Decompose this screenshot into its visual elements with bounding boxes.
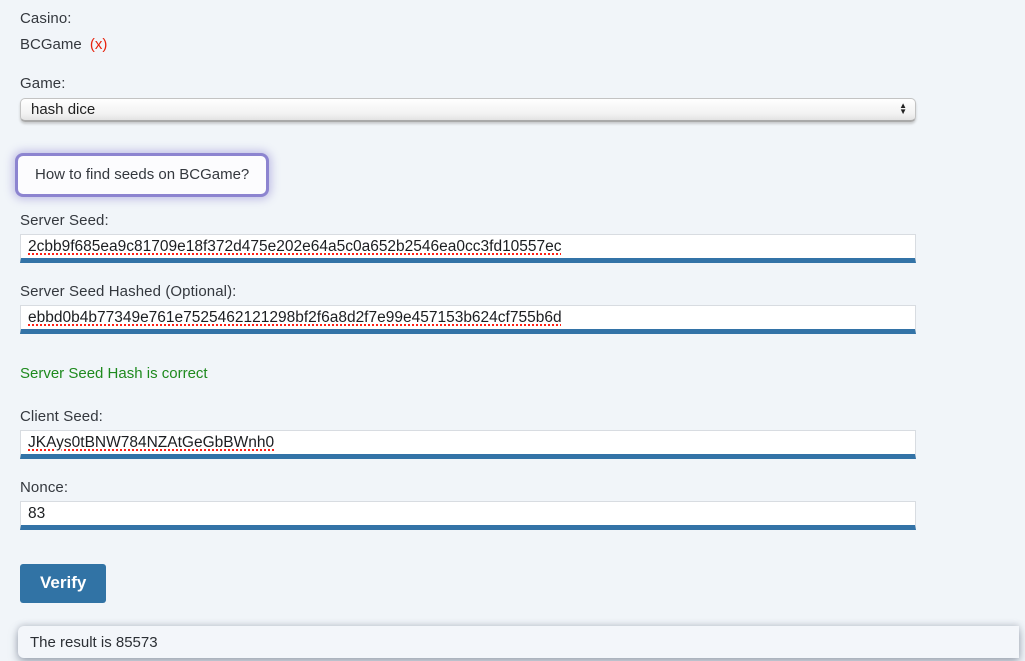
casino-value-row: BCGame (x) xyxy=(20,36,1025,53)
casino-label: Casino: xyxy=(20,10,1025,27)
server-seed-hashed-input[interactable] xyxy=(20,305,916,334)
server-seed-hashed-label: Server Seed Hashed (Optional): xyxy=(20,283,1025,300)
client-seed-input[interactable] xyxy=(20,430,916,459)
client-seed-label: Client Seed: xyxy=(20,408,1025,425)
how-to-find-seeds-button[interactable]: How to find seeds on BCGame? xyxy=(18,156,266,194)
server-seed-label: Server Seed: xyxy=(20,212,1025,229)
server-seed-hashed-field: Server Seed Hashed (Optional): xyxy=(20,283,1025,334)
hash-status-message: Server Seed Hash is correct xyxy=(20,365,1025,382)
verify-button[interactable]: Verify xyxy=(20,564,106,603)
client-seed-field: Client Seed: xyxy=(20,408,1025,459)
result-text: The result is 85573 xyxy=(30,634,158,651)
server-seed-input[interactable] xyxy=(20,234,916,263)
nonce-label: Nonce: xyxy=(20,479,1025,496)
game-label: Game: xyxy=(20,75,1025,92)
select-down-arrow-icon: ▼ xyxy=(899,109,907,115)
server-seed-field: Server Seed: xyxy=(20,212,1025,263)
nonce-input[interactable] xyxy=(20,501,916,530)
remove-casino-link[interactable]: (x) xyxy=(90,36,108,53)
nonce-field: Nonce: xyxy=(20,479,1025,530)
verifier-form: Casino: BCGame (x) Game: hash dice ▲ ▼ H… xyxy=(0,0,1025,658)
result-bar: The result is 85573 xyxy=(18,626,1019,658)
casino-name: BCGame xyxy=(20,36,82,53)
select-up-down-icon: ▲ ▼ xyxy=(899,100,907,115)
game-select[interactable]: hash dice ▲ ▼ xyxy=(20,98,916,122)
game-select-value: hash dice xyxy=(21,101,95,118)
